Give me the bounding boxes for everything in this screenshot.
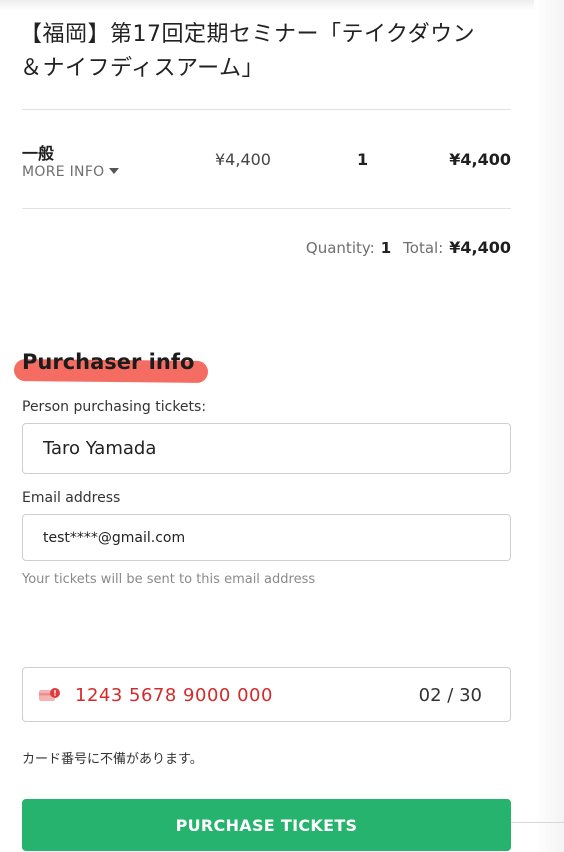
purchaser-name-input[interactable]: Taro Yamada [22, 423, 511, 474]
summary-total-value: ¥4,400 [449, 238, 511, 257]
email-label: Email address [22, 490, 121, 506]
divider [22, 208, 511, 209]
ticket-line-total: ¥4,400 [449, 150, 511, 169]
summary-quantity-label: Quantity: [305, 239, 375, 257]
purchaser-info-heading: Purchaser info [22, 350, 195, 374]
email-input[interactable]: test****@gmail.com [22, 514, 511, 561]
card-expiry-value[interactable]: 02 / 30 [419, 685, 482, 706]
summary-quantity-value: 1 [380, 239, 392, 257]
divider [22, 109, 511, 110]
right-gutter [534, 0, 564, 852]
card-error-icon [39, 688, 60, 701]
purchaser-name-label: Person purchasing tickets: [22, 399, 207, 415]
summary-total-label: Total: [403, 239, 444, 257]
card-number-input[interactable]: 1243 5678 9000 000 02 / 30 [22, 667, 511, 722]
top-shadow [0, 0, 564, 10]
event-title-line-2: ＆ナイフディスアーム」 [20, 56, 264, 81]
card-number-value: 1243 5678 9000 000 [75, 685, 273, 706]
ticket-unit-price: ¥4,400 [215, 150, 271, 169]
caret-down-icon [108, 168, 119, 174]
bottom-rule [511, 822, 564, 823]
email-hint: Your tickets will be sent to this email … [22, 572, 316, 587]
order-summary: Quantity: 1 Total: ¥4,400 [306, 238, 511, 257]
purchaser-name-value: Taro Yamada [43, 438, 157, 459]
event-title: 【福岡】第17回定期セミナー「テイクダウン ＆ナイフディスアーム」 [20, 18, 520, 86]
more-info-toggle[interactable]: MORE INFO [22, 164, 119, 180]
card-error-message: カード番号に不備があります。 [22, 752, 203, 767]
ticket-quantity: 1 [357, 150, 369, 169]
event-title-line-1: 【福岡】第17回定期セミナー「テイクダウン [20, 22, 476, 47]
email-value: test****@gmail.com [43, 529, 186, 546]
purchase-tickets-button[interactable]: PURCHASE TICKETS [22, 799, 511, 851]
more-info-label: MORE INFO [22, 164, 105, 180]
ticket-type-name: 一般 [22, 144, 55, 163]
